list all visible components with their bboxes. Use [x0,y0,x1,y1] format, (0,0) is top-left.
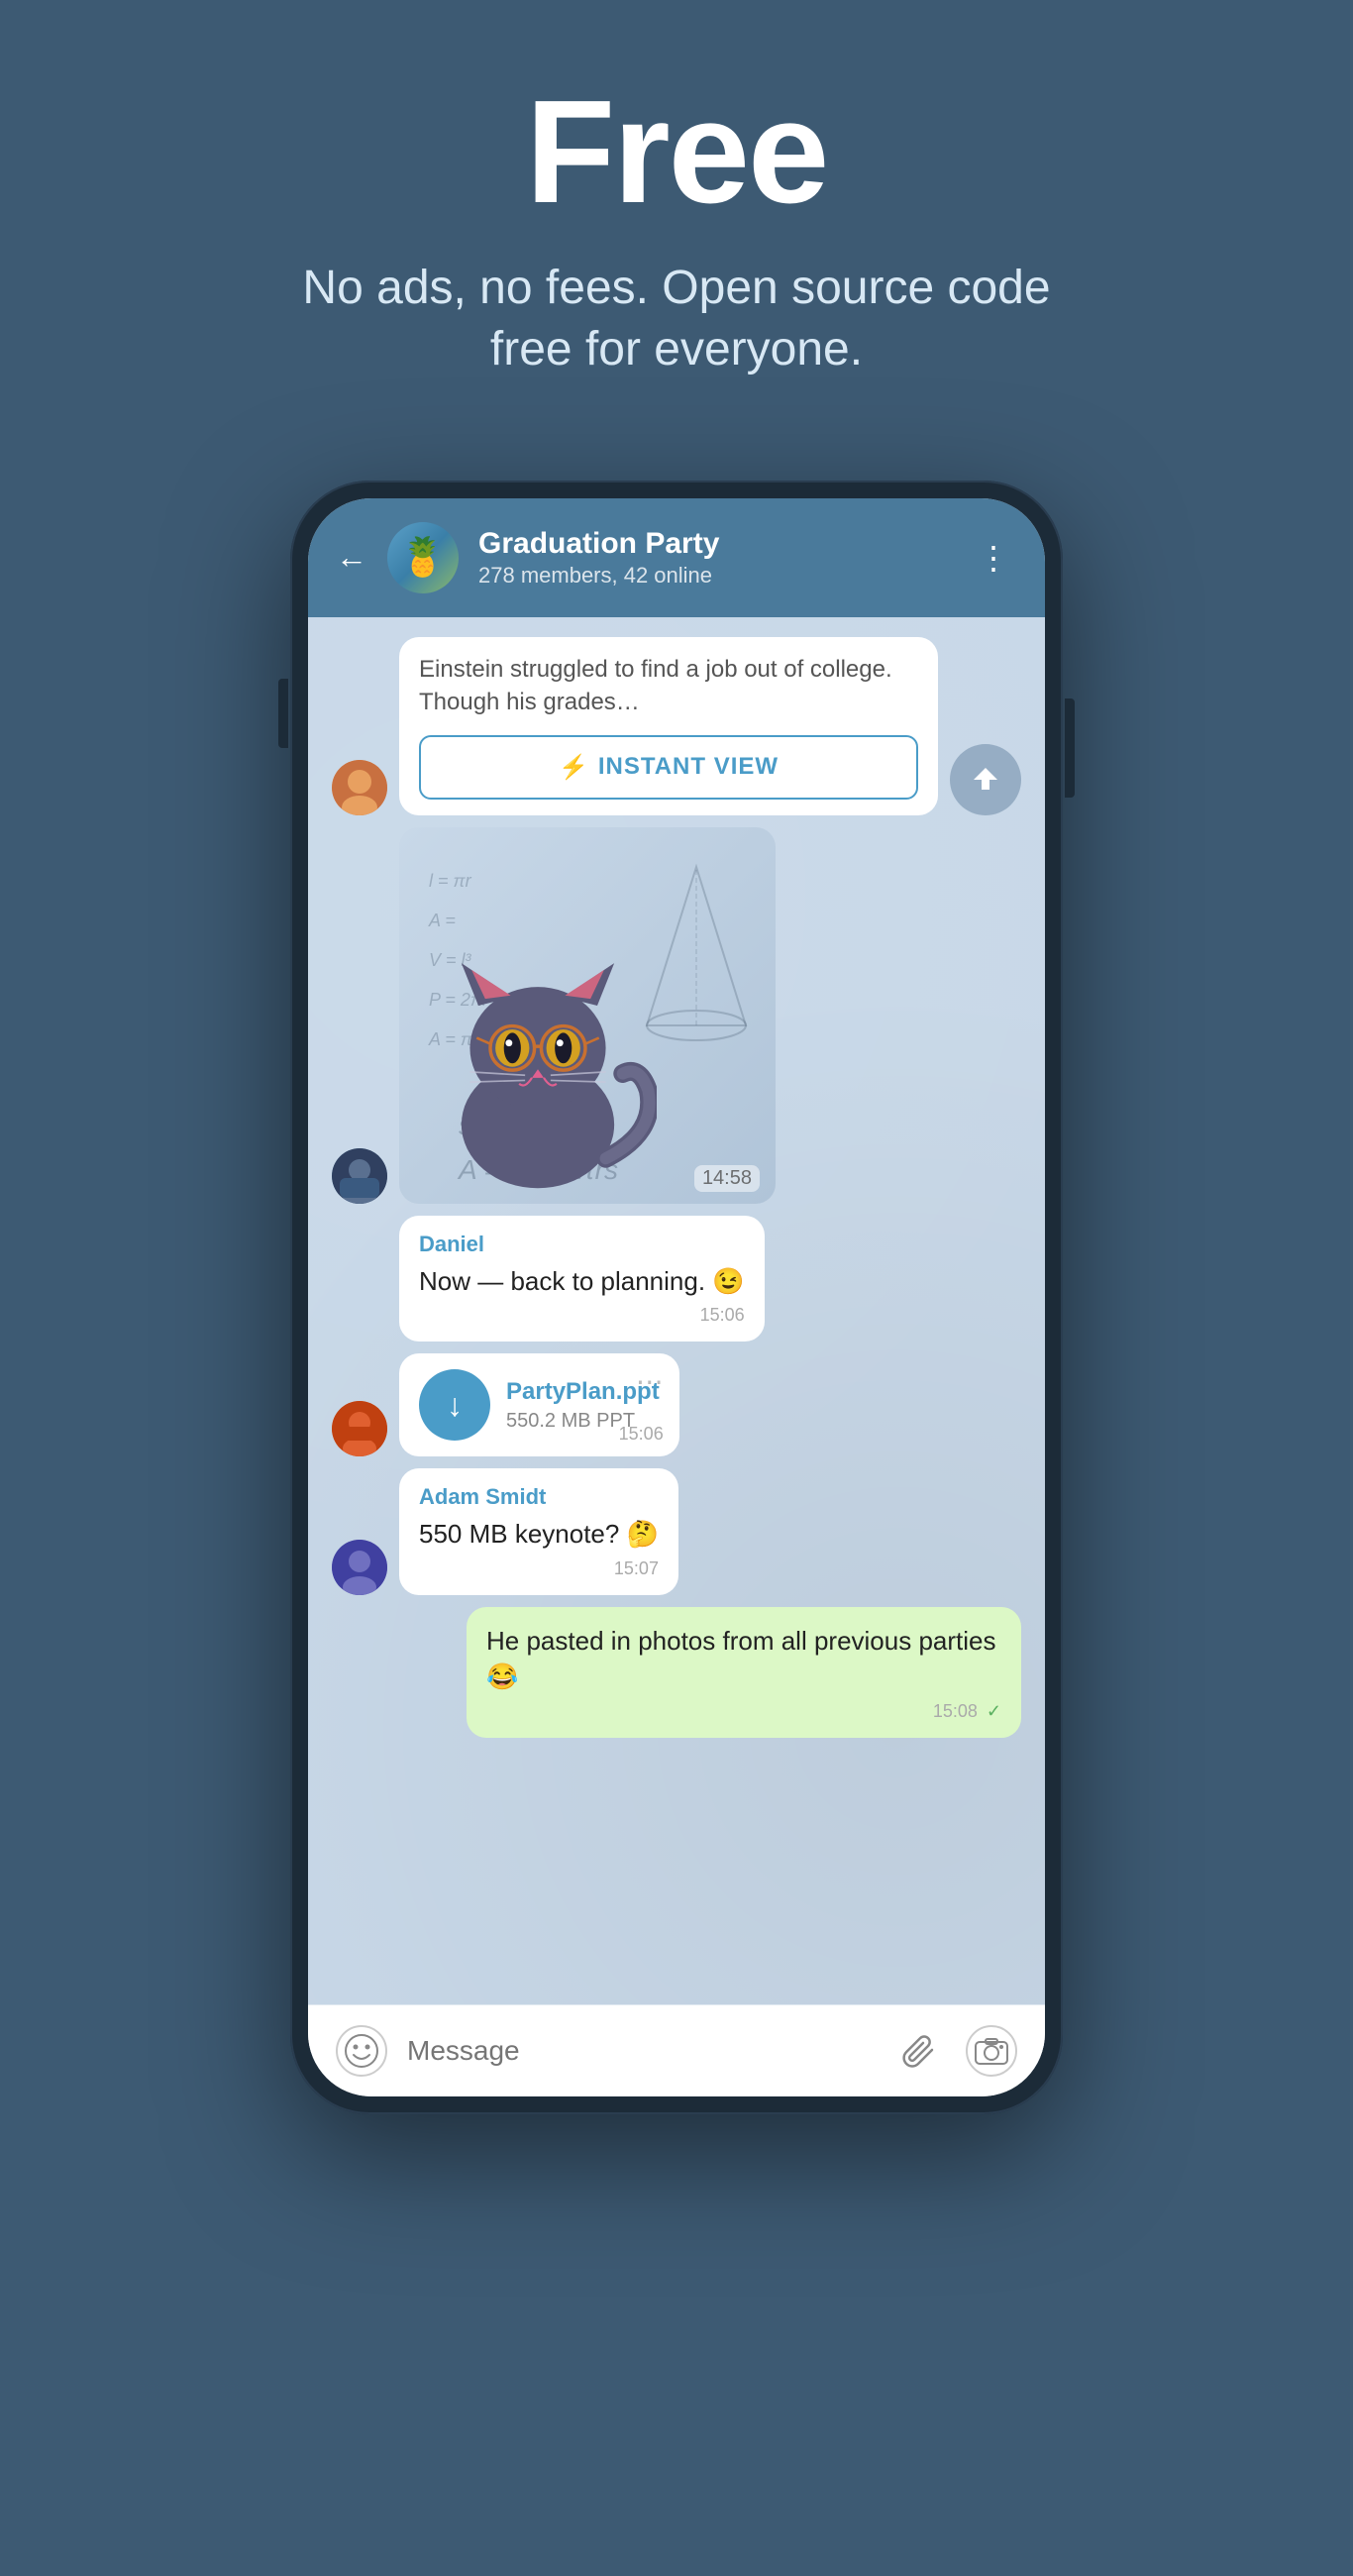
message-row-own: He pasted in photos from all previous pa… [332,1607,1021,1738]
hero-subtitle: No ads, no fees. Open source code free f… [280,258,1073,381]
lightning-icon: ⚡ [559,753,588,782]
message-text: Now — back to planning. 😉 [419,1263,745,1299]
message-input[interactable] [407,2035,875,2067]
file-download-button[interactable]: ↓ [419,1369,490,1441]
own-message-bubble: He pasted in photos from all previous pa… [467,1607,1021,1738]
avatar [332,1148,387,1204]
message-sender: Daniel [419,1232,745,1257]
text-bubble: Adam Smidt 550 MB keynote? 🤔 15:07 [399,1468,678,1594]
camera-button[interactable] [966,2025,1017,2077]
phone-screen: ← 🍍 Graduation Party 278 members, 42 onl… [308,498,1045,2096]
message-row: ↓ PartyPlan.ppt 550.2 MB PPT ⋯ 15:06 [332,1353,1021,1456]
share-button[interactable] [950,744,1021,815]
emoji-button[interactable] [336,2025,387,2077]
group-name: Graduation Party [478,527,950,561]
math-background: l = πr A = V = l³ P = 2πr A = πr² s [399,827,776,1204]
header-menu-button[interactable]: ⋮ [970,531,1017,585]
message-text: 550 MB keynote? 🤔 [419,1516,659,1552]
group-avatar-inner: 🍍 [387,522,459,593]
instant-view-button[interactable]: ⚡ INSTANT VIEW [419,735,918,800]
text-bubble: Daniel Now — back to planning. 😉 15:06 [399,1216,765,1342]
avatar [332,760,387,815]
message-row: Daniel Now — back to planning. 😉 15:06 [332,1216,1021,1342]
input-bar [308,2004,1045,2096]
hero-section: Free No ads, no fees. Open source code f… [0,0,1353,441]
file-time: 15:06 [619,1424,664,1445]
group-info: Graduation Party 278 members, 42 online [478,527,950,589]
chat-body: Einstein struggled to find a job out of … [308,617,1045,2004]
message-row: Adam Smidt 550 MB keynote? 🤔 15:07 [332,1468,1021,1594]
svg-text:A =: A = [428,911,456,930]
iv-preview-text: Einstein struggled to find a job out of … [419,653,918,719]
phone-mockup: ← 🍍 Graduation Party 278 members, 42 onl… [290,481,1063,2114]
avatar [332,1401,387,1456]
svg-text:l = πr: l = πr [429,871,472,891]
avatar [332,1540,387,1595]
message-time: 15:08 ✓ [486,1701,1001,1722]
chat-header: ← 🍍 Graduation Party 278 members, 42 onl… [308,498,1045,617]
iv-button-label: INSTANT VIEW [598,753,779,781]
message-time: 15:06 [419,1305,745,1326]
instant-view-bubble: Einstein struggled to find a job out of … [399,637,938,815]
group-avatar: 🍍 [387,522,459,593]
message-time: 15:07 [419,1558,659,1579]
back-button[interactable]: ← [336,539,367,576]
hero-title: Free [526,79,828,226]
file-bubble: ↓ PartyPlan.ppt 550.2 MB PPT ⋯ 15:06 [399,1353,679,1456]
attach-button[interactable] [894,2025,946,2077]
message-row: Einstein struggled to find a job out of … [332,637,1021,815]
sticker-row: l = πr A = V = l³ P = 2πr A = πr² s [332,827,1021,1204]
group-members: 278 members, 42 online [478,563,950,589]
sticker-time: 14:58 [694,1165,760,1192]
sticker-message: l = πr A = V = l³ P = 2πr A = πr² s [399,827,776,1204]
message-text: He pasted in photos from all previous pa… [486,1623,1001,1695]
message-sender: Adam Smidt [419,1484,659,1510]
phone-outer: ← 🍍 Graduation Party 278 members, 42 onl… [290,481,1063,2114]
file-menu-button[interactable]: ⋯ [636,1365,664,1398]
message-check-icon: ✓ [987,1701,1001,1721]
